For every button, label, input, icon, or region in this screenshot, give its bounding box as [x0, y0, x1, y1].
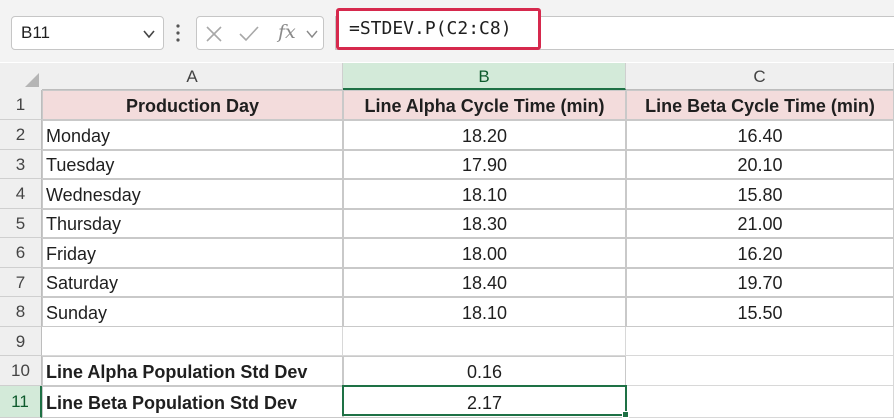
- summary-value-cell[interactable]: 0.16: [343, 356, 626, 386]
- row-header-8[interactable]: 8: [0, 297, 42, 327]
- table-cell[interactable]: 16.20: [626, 238, 894, 268]
- table-cell[interactable]: 18.40: [343, 268, 626, 297]
- row-header-5[interactable]: 5: [0, 209, 42, 238]
- table-cell[interactable]: Tuesday: [42, 150, 343, 179]
- vertical-dots-icon[interactable]: [176, 24, 180, 42]
- table-cell[interactable]: 15.50: [626, 297, 894, 327]
- row-header-6[interactable]: 6: [0, 238, 42, 268]
- table-cell[interactable]: Friday: [42, 238, 343, 268]
- table-cell[interactable]: 18.10: [343, 179, 626, 209]
- table-cell[interactable]: Wednesday: [42, 179, 343, 209]
- fill-handle[interactable]: [622, 411, 629, 418]
- select-all-corner[interactable]: [0, 63, 42, 90]
- row-header-9[interactable]: 9: [0, 327, 42, 356]
- table-cell[interactable]: 19.70: [626, 268, 894, 297]
- table-cell[interactable]: Saturday: [42, 268, 343, 297]
- summary-value-cell[interactable]: 2.17: [343, 386, 626, 418]
- formula-buttons: fx: [196, 16, 324, 50]
- chevron-down-icon[interactable]: [305, 27, 319, 41]
- empty-cell[interactable]: [343, 327, 626, 356]
- row-header-1[interactable]: 1: [0, 90, 42, 120]
- select-all-triangle-icon: [25, 73, 39, 87]
- formula-bar-area: B11 fx =STDEV.P(C2:C8): [0, 0, 894, 62]
- check-icon[interactable]: [238, 25, 260, 43]
- name-box[interactable]: B11: [11, 16, 164, 50]
- table-cell[interactable]: Monday: [42, 120, 343, 150]
- column-header-b[interactable]: B: [343, 63, 626, 90]
- formula-highlight[interactable]: =STDEV.P(C2:C8): [336, 8, 541, 50]
- row-header-4[interactable]: 4: [0, 179, 42, 209]
- table-cell[interactable]: 18.10: [343, 297, 626, 327]
- summary-label-cell[interactable]: Line Alpha Population Std Dev: [42, 356, 343, 386]
- summary-label-cell[interactable]: Line Beta Population Std Dev: [42, 386, 343, 418]
- table-cell[interactable]: 16.40: [626, 120, 894, 150]
- empty-cell[interactable]: [42, 327, 343, 356]
- row-header-11[interactable]: 11: [0, 386, 42, 418]
- table-cell[interactable]: 15.80: [626, 179, 894, 209]
- row-header-3[interactable]: 3: [0, 150, 42, 179]
- table-cell[interactable]: Thursday: [42, 209, 343, 238]
- table-cell[interactable]: 20.10: [626, 150, 894, 179]
- empty-cell[interactable]: [626, 356, 894, 386]
- table-cell[interactable]: 18.00: [343, 238, 626, 268]
- table-cell[interactable]: Sunday: [42, 297, 343, 327]
- row-header-10[interactable]: 10: [0, 356, 42, 386]
- table-header-cell[interactable]: Production Day: [42, 90, 343, 120]
- insert-function-icon[interactable]: fx: [278, 21, 296, 43]
- table-cell[interactable]: 21.00: [626, 209, 894, 238]
- empty-cell[interactable]: [626, 327, 894, 356]
- empty-cell[interactable]: [626, 386, 894, 418]
- table-cell[interactable]: 18.20: [343, 120, 626, 150]
- table-header-cell[interactable]: Line Beta Cycle Time (min): [626, 90, 894, 120]
- column-header-c[interactable]: C: [626, 63, 894, 90]
- formula-text: =STDEV.P(C2:C8): [349, 18, 512, 39]
- table-header-cell[interactable]: Line Alpha Cycle Time (min): [343, 90, 626, 120]
- chevron-down-icon[interactable]: [142, 27, 156, 41]
- row-header-7[interactable]: 7: [0, 268, 42, 297]
- table-cell[interactable]: 17.90: [343, 150, 626, 179]
- column-header-a[interactable]: A: [42, 63, 343, 90]
- row-header-2[interactable]: 2: [0, 120, 42, 150]
- table-cell[interactable]: 18.30: [343, 209, 626, 238]
- x-icon[interactable]: [205, 25, 223, 43]
- name-box-value: B11: [21, 23, 50, 42]
